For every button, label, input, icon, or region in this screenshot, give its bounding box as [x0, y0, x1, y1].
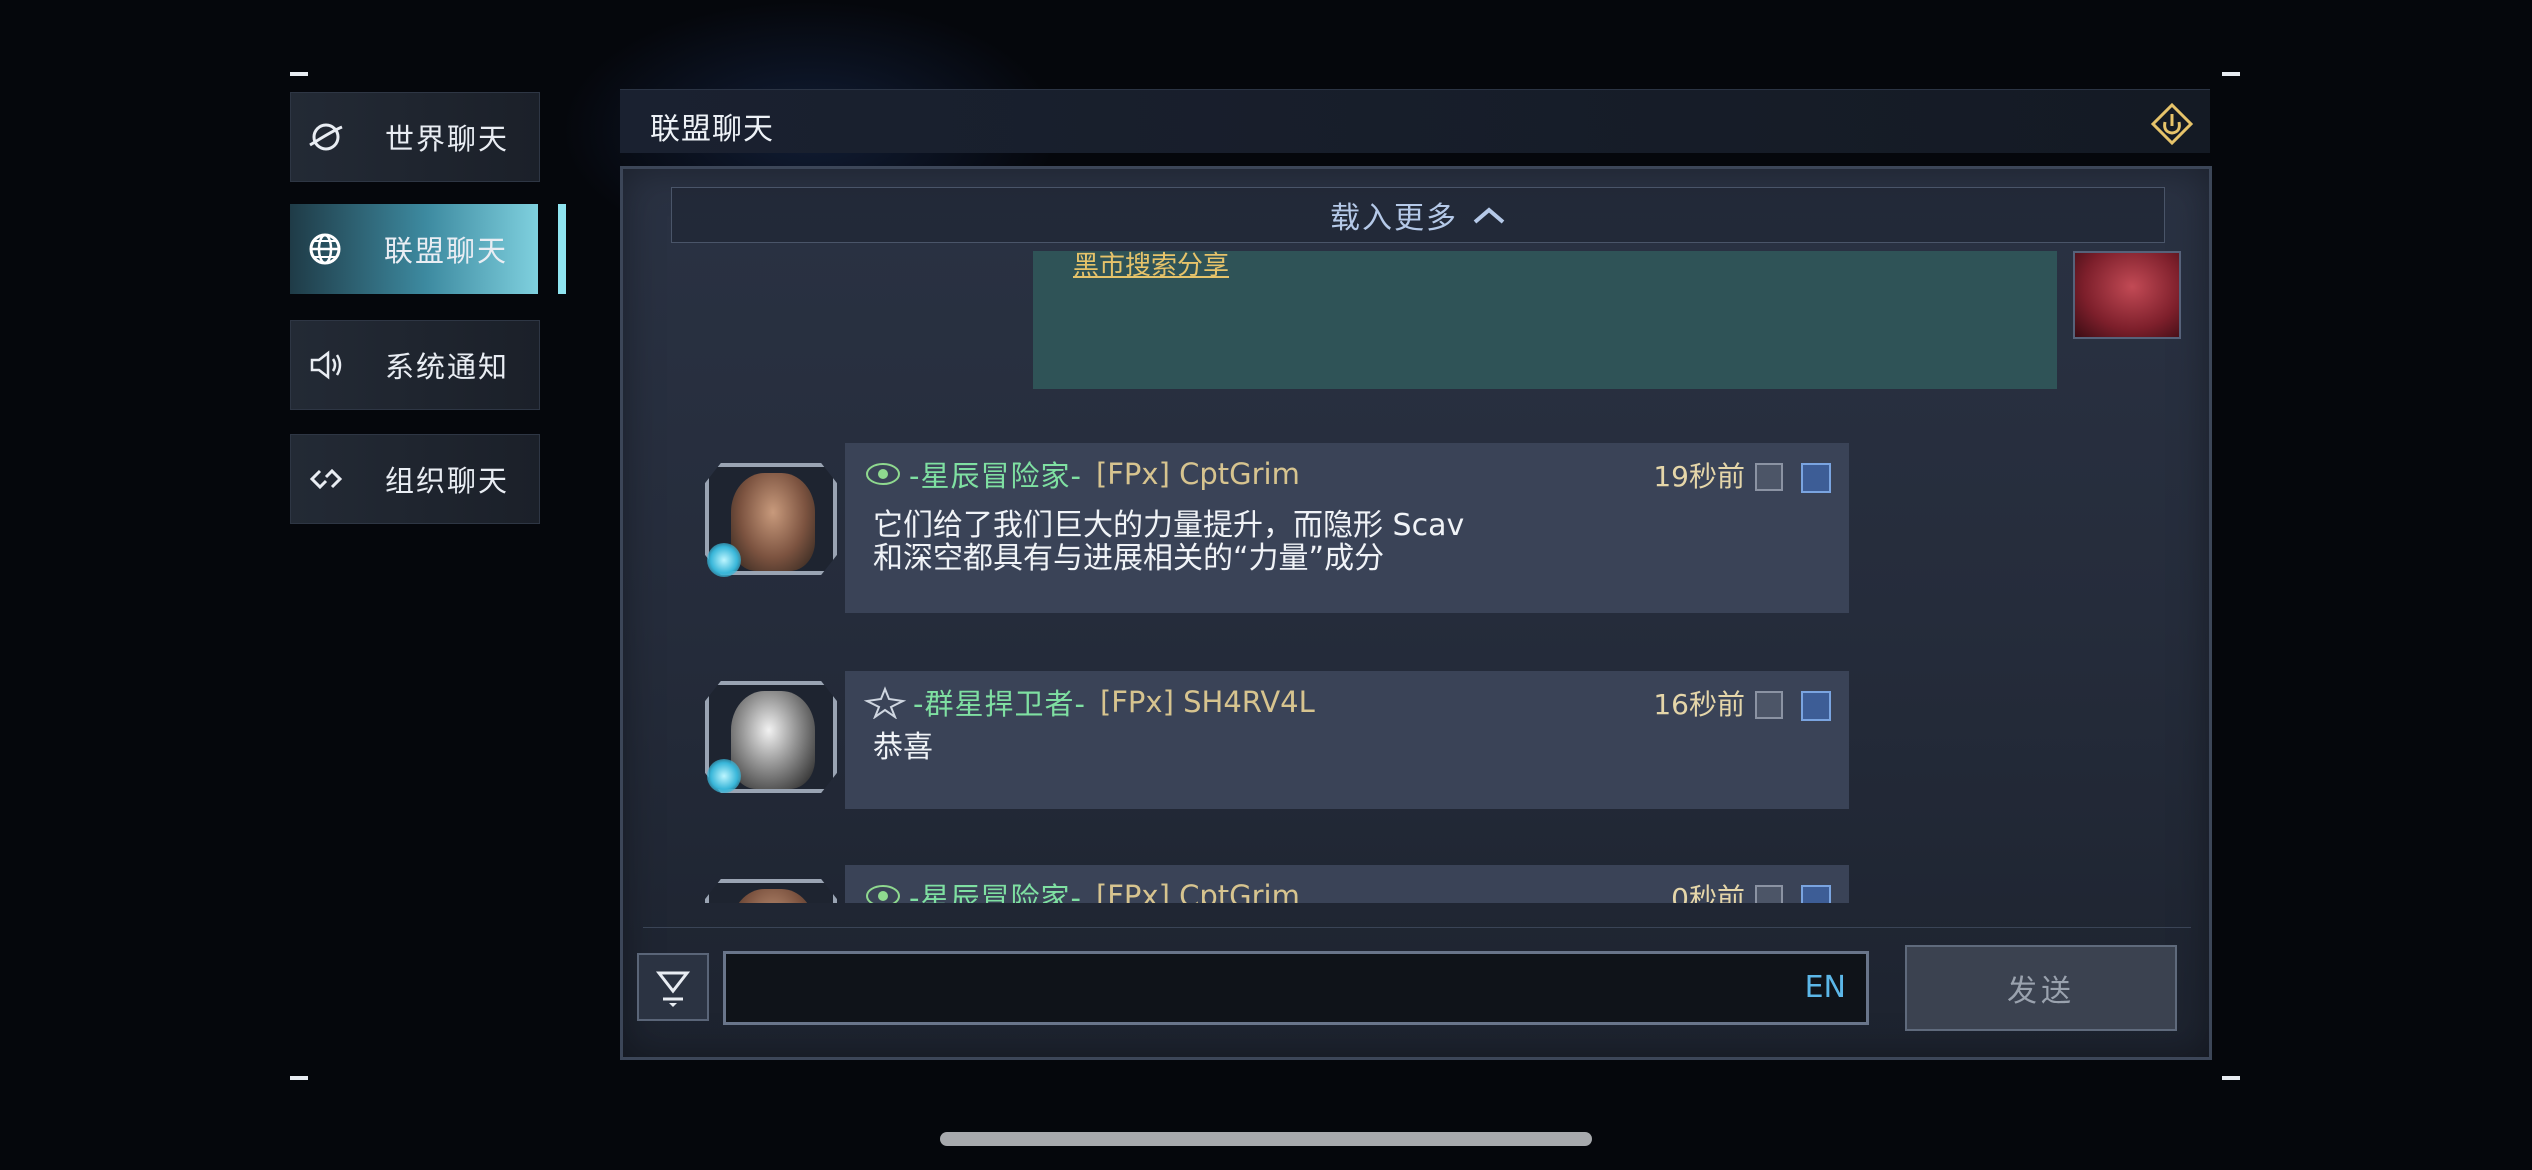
avatar-portrait — [731, 473, 815, 571]
message-text-line: 和深空都具有与进展相关的“力量”成分 — [873, 541, 1385, 576]
translate-icon[interactable] — [1755, 691, 1783, 719]
chat-input[interactable]: EN — [723, 951, 1869, 1025]
sender-line: -星辰冒险家- [FPx] CptGrim — [863, 453, 1300, 495]
sender-rank: -星辰冒险家- — [909, 459, 1082, 493]
chevron-up-icon — [1473, 207, 1505, 224]
pin-icon[interactable] — [1801, 691, 1831, 721]
home-indicator[interactable] — [940, 1132, 1592, 1146]
divider — [643, 927, 2191, 928]
chat-header: 联盟聊天 — [620, 89, 2210, 153]
frame-corner — [290, 1076, 308, 1080]
message-bubble: -星辰冒险家- [FPx] CptGrim 0秒前 — [845, 865, 1849, 903]
chevron-down-icon — [655, 971, 691, 1007]
message-text: 它们给了我们巨大的力量提升，而隐形 Scav 和深空都具有与进展相关的“力量”成… — [873, 509, 1464, 575]
translate-icon[interactable] — [1755, 463, 1783, 491]
sidebar-item-system-notice[interactable]: 系统通知 — [290, 320, 540, 410]
load-more-button[interactable]: 载入更多 — [671, 187, 2165, 243]
active-indicator — [558, 204, 566, 294]
load-more-label: 载入更多 — [1330, 201, 1458, 236]
sidebar-item-label: 联盟聊天 — [384, 234, 509, 268]
exit-icon[interactable] — [2150, 102, 2194, 146]
message-list[interactable]: 黑市搜索分享 -星辰冒险家- [FPx] CptGrim 19秒前 它们给了我们… — [623, 251, 2209, 903]
page-title: 联盟聊天 — [650, 112, 774, 147]
frame-corner — [2222, 1076, 2240, 1080]
sender-rank: -星辰冒险家- — [909, 881, 1082, 903]
avatar-portrait — [731, 889, 815, 903]
avatar[interactable] — [705, 879, 837, 903]
message-time: 16秒前 — [1653, 688, 1745, 721]
avatar-portrait — [731, 691, 815, 789]
alliance-badge-icon — [707, 759, 741, 793]
message-bubble: 黑市搜索分享 — [1033, 251, 2057, 389]
translate-icon[interactable] — [1755, 885, 1783, 903]
sender-name[interactable]: [FPx] SH4RV4L — [1100, 685, 1315, 719]
message-time: 0秒前 — [1671, 882, 1745, 903]
rank-emblem-icon — [863, 686, 907, 719]
chat-panel: 载入更多 黑市搜索分享 -星辰冒险家- [FPx] CptGrim 19秒前 它… — [620, 166, 2212, 1060]
planet-icon — [291, 117, 361, 157]
pin-icon[interactable] — [1801, 885, 1831, 903]
sender-line: -群星捍卫者- [FPx] SH4RV4L — [863, 681, 1315, 723]
sender-name[interactable]: [FPx] CptGrim — [1096, 879, 1300, 903]
message-text-line: 它们给了我们巨大的力量提升，而隐形 Scav — [873, 508, 1465, 543]
sender-name[interactable]: [FPx] CptGrim — [1096, 457, 1300, 491]
speaker-icon — [291, 345, 361, 385]
expand-options-button[interactable] — [637, 953, 709, 1021]
sidebar-item-label: 世界聊天 — [385, 122, 510, 156]
globe-icon — [290, 229, 360, 269]
sidebar-item-alliance-chat[interactable]: 联盟聊天 — [290, 204, 566, 294]
rank-emblem-icon — [866, 885, 900, 903]
send-button[interactable]: 发送 — [1905, 945, 2177, 1031]
avatar[interactable] — [2073, 251, 2181, 339]
sidebar-item-world-chat[interactable]: 世界聊天 — [290, 92, 540, 182]
sidebar-item-label: 组织聊天 — [385, 464, 510, 498]
rank-emblem-icon — [866, 463, 900, 485]
share-link[interactable]: 黑市搜索分享 — [1073, 251, 1229, 282]
sender-rank: -群星捍卫者- — [913, 687, 1086, 721]
alliance-badge-icon — [707, 543, 741, 577]
link-icon — [291, 459, 361, 499]
frame-corner — [2222, 72, 2240, 76]
message-bubble: -星辰冒险家- [FPx] CptGrim 19秒前 它们给了我们巨大的力量提升… — [845, 443, 1849, 613]
sidebar-item-organization-chat[interactable]: 组织聊天 — [290, 434, 540, 524]
language-toggle[interactable]: EN — [1805, 970, 1846, 1005]
message-text: 恭喜 — [873, 730, 933, 765]
message-time: 19秒前 — [1653, 460, 1745, 493]
sender-line: -星辰冒险家- [FPx] CptGrim — [863, 875, 1300, 903]
sidebar-item-label: 系统通知 — [385, 350, 510, 384]
pin-icon[interactable] — [1801, 463, 1831, 493]
message-bubble: -群星捍卫者- [FPx] SH4RV4L 16秒前 恭喜 — [845, 671, 1849, 809]
frame-corner — [290, 72, 308, 76]
